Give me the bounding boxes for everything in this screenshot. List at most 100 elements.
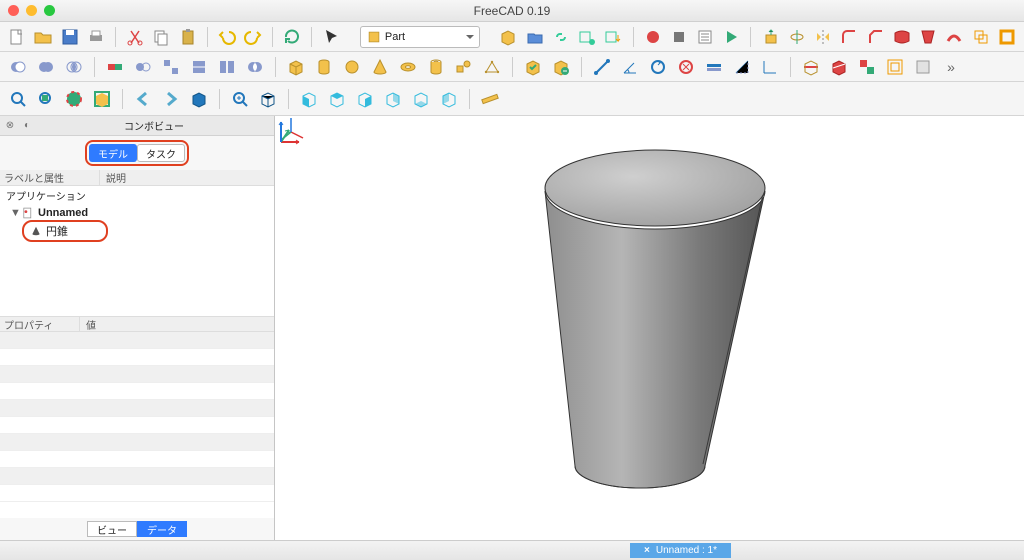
draw-style-icon[interactable] xyxy=(62,87,86,111)
view-top-icon[interactable] xyxy=(325,87,349,111)
refresh-icon[interactable] xyxy=(281,25,303,49)
fit-all-icon[interactable] xyxy=(6,87,30,111)
link-navigation-icon[interactable] xyxy=(187,87,211,111)
view-front-icon[interactable] xyxy=(297,87,321,111)
measure-linear-icon[interactable] xyxy=(590,55,614,79)
measure-refresh-icon[interactable] xyxy=(646,55,670,79)
close-tab-icon[interactable]: × xyxy=(644,545,650,556)
boolean-cut-icon[interactable] xyxy=(6,55,30,79)
view-bottom-icon[interactable] xyxy=(409,87,433,111)
measure-toggle-all-icon[interactable] xyxy=(702,55,726,79)
fillet-icon[interactable] xyxy=(838,25,860,49)
join-connect-icon[interactable] xyxy=(103,55,127,79)
sweep-icon[interactable] xyxy=(943,25,965,49)
check-geometry-icon[interactable] xyxy=(521,55,545,79)
xor-icon[interactable] xyxy=(243,55,267,79)
measure-clear-icon[interactable] xyxy=(674,55,698,79)
compound-filter-icon[interactable] xyxy=(131,55,155,79)
tab-model[interactable]: モデル xyxy=(89,144,137,162)
nav-forward-icon[interactable] xyxy=(159,87,183,111)
status-document-tab[interactable]: × Unnamed : 1* xyxy=(630,543,731,558)
cursor-select-icon[interactable] xyxy=(320,25,342,49)
ruled-surface-icon[interactable] xyxy=(891,25,913,49)
redo-icon[interactable] xyxy=(242,25,264,49)
extrude-icon[interactable] xyxy=(759,25,781,49)
view-rear-icon[interactable] xyxy=(381,87,405,111)
link-sub-icon[interactable] xyxy=(576,25,598,49)
toolbar-file: Part xyxy=(0,22,1024,52)
property-tab-view[interactable]: ビュー xyxy=(87,521,137,537)
shape-builder-icon[interactable] xyxy=(480,55,504,79)
save-file-icon[interactable] xyxy=(59,25,81,49)
disclosure-triangle-icon[interactable]: ▼ xyxy=(10,207,20,219)
panel-undock-icon[interactable]: ◐ xyxy=(20,119,34,133)
fit-selection-icon[interactable] xyxy=(34,87,58,111)
make-compound-icon[interactable] xyxy=(855,55,879,79)
tree-object-cone[interactable]: 円錐 xyxy=(0,222,274,240)
attachment-icon[interactable] xyxy=(911,55,935,79)
primitives-dialog-icon[interactable] xyxy=(452,55,476,79)
workbench-selected: Part xyxy=(385,31,405,43)
thickness-icon[interactable] xyxy=(996,25,1018,49)
section-cut-icon[interactable] xyxy=(799,55,823,79)
loft-icon[interactable] xyxy=(917,25,939,49)
tree-application[interactable]: アプリケーション xyxy=(0,186,274,204)
measure-toggle-3d-icon[interactable] xyxy=(730,55,754,79)
primitive-cube-icon[interactable] xyxy=(284,55,308,79)
primitive-sphere-icon[interactable] xyxy=(340,55,364,79)
primitive-cone-icon[interactable] xyxy=(368,55,392,79)
part-group-icon[interactable] xyxy=(523,25,545,49)
macro-stop-icon[interactable] xyxy=(668,25,690,49)
view-isometric-icon[interactable] xyxy=(256,87,280,111)
measure-toggle-delta-icon[interactable] xyxy=(758,55,782,79)
offset-2d-icon[interactable] xyxy=(883,55,907,79)
new-file-icon[interactable] xyxy=(6,25,28,49)
cross-sections-icon[interactable] xyxy=(827,55,851,79)
bounding-box-icon[interactable] xyxy=(90,87,114,111)
tree-object-highlight: 円錐 xyxy=(22,220,108,242)
tree-view[interactable]: アプリケーション ▼ Unnamed 円錐 xyxy=(0,186,274,316)
print-icon[interactable] xyxy=(85,25,107,49)
3d-viewport[interactable] xyxy=(275,116,1024,540)
part-box-icon[interactable] xyxy=(497,25,519,49)
defeaturing-icon[interactable] xyxy=(549,55,573,79)
link-icon[interactable] xyxy=(550,25,572,49)
mirror-icon[interactable] xyxy=(812,25,834,49)
measure-distance-icon[interactable] xyxy=(478,87,502,111)
boolean-fuse-icon[interactable] xyxy=(34,55,58,79)
explode-compound-icon[interactable] xyxy=(159,55,183,79)
macro-list-icon[interactable] xyxy=(694,25,716,49)
open-file-icon[interactable] xyxy=(32,25,54,49)
primitive-cylinder-icon[interactable] xyxy=(312,55,336,79)
primitive-torus-icon[interactable] xyxy=(396,55,420,79)
property-grid[interactable] xyxy=(0,332,274,518)
tree-header-label: ラベルと属性 xyxy=(0,170,100,185)
macro-play-icon[interactable] xyxy=(720,25,742,49)
tab-task[interactable]: タスク xyxy=(137,144,185,162)
cut-icon[interactable] xyxy=(124,25,146,49)
undo-icon[interactable] xyxy=(216,25,238,49)
macro-record-icon[interactable] xyxy=(641,25,663,49)
copy-icon[interactable] xyxy=(150,25,172,49)
boolean-common-icon[interactable] xyxy=(62,55,86,79)
offset-3d-icon[interactable] xyxy=(970,25,992,49)
view-left-icon[interactable] xyxy=(437,87,461,111)
chamfer-icon[interactable] xyxy=(864,25,886,49)
revolve-icon[interactable] xyxy=(786,25,808,49)
workbench-selector[interactable]: Part xyxy=(360,26,480,48)
property-header-prop: プロパティ xyxy=(0,317,80,332)
slice-icon[interactable] xyxy=(187,55,211,79)
panel-close-icon[interactable]: ⊗ xyxy=(3,119,17,133)
link-import-icon[interactable] xyxy=(602,25,624,49)
slice-apart-icon[interactable] xyxy=(215,55,239,79)
property-tab-data[interactable]: データ xyxy=(137,521,187,537)
property-header-value: 値 xyxy=(80,317,274,332)
status-document-label: Unnamed : 1* xyxy=(656,545,717,556)
nav-back-icon[interactable] xyxy=(131,87,155,111)
paste-icon[interactable] xyxy=(177,25,199,49)
view-right-icon[interactable] xyxy=(353,87,377,111)
overflow-icon[interactable]: » xyxy=(939,55,963,79)
measure-angular-icon[interactable] xyxy=(618,55,642,79)
primitive-tube-icon[interactable] xyxy=(424,55,448,79)
zoom-icon[interactable] xyxy=(228,87,252,111)
